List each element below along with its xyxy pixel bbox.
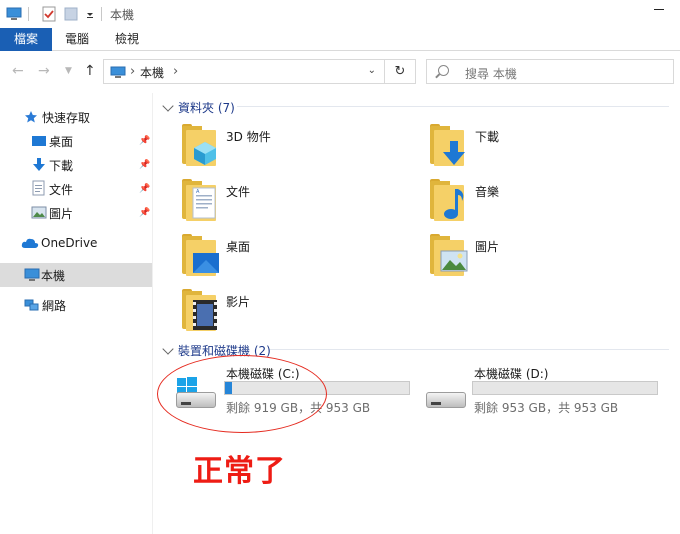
- download-arrow-icon: [32, 157, 48, 173]
- pin-icon[interactable]: 📌: [139, 136, 150, 146]
- folders-group-header[interactable]: 資料夾 (7): [162, 99, 235, 116]
- refresh-icon: ↻: [394, 64, 406, 79]
- back-arrow-icon[interactable]: ←: [12, 63, 24, 79]
- title-bar: 本機: [0, 0, 680, 28]
- tab-file[interactable]: 檔案: [0, 28, 53, 51]
- address-bar[interactable]: › 本機 › ⌄: [103, 59, 385, 84]
- search-icon: [438, 65, 449, 76]
- sidebar-item-network[interactable]: 網路: [0, 293, 152, 317]
- folder-music-icon[interactable]: [430, 179, 474, 223]
- window-title: 本機: [110, 7, 135, 22]
- folder-pictures-icon[interactable]: [430, 234, 474, 278]
- folder-name[interactable]: 3D 物件: [226, 128, 271, 145]
- computer-icon[interactable]: [6, 6, 22, 22]
- title-separator: [101, 7, 102, 21]
- computer-icon: [110, 66, 126, 82]
- pictures-icon: [31, 206, 47, 222]
- folder-videos-icon[interactable]: [182, 289, 226, 333]
- refresh-button[interactable]: ↻: [384, 59, 416, 84]
- network-icon: [23, 297, 39, 313]
- customize-toolbar-icon[interactable]: [85, 6, 95, 22]
- properties-icon[interactable]: [41, 6, 57, 22]
- tab-view[interactable]: 檢視: [102, 28, 152, 51]
- pin-icon[interactable]: 📌: [139, 208, 150, 218]
- desktop-icon: [31, 134, 47, 150]
- folder-name[interactable]: 桌面: [226, 238, 250, 255]
- up-arrow-icon[interactable]: ↑: [84, 63, 96, 79]
- folder-downloads-icon[interactable]: [430, 124, 474, 168]
- annotation-circle: [157, 355, 327, 433]
- sidebar-item-onedrive[interactable]: OneDrive: [0, 231, 152, 255]
- computer-icon: [24, 268, 40, 284]
- group-divider: [237, 106, 669, 107]
- sidebar-item-downloads[interactable]: 下載 📌: [0, 153, 152, 177]
- navigation-bar: ← → ▼ ↑ › 本機 › ⌄ ↻ 搜尋 本機: [0, 51, 680, 93]
- breadcrumb-separator-icon[interactable]: ›: [173, 60, 178, 83]
- group-divider: [270, 349, 669, 350]
- search-box[interactable]: 搜尋 本機: [426, 59, 674, 84]
- document-icon: [32, 180, 48, 196]
- sidebar-item-pictures[interactable]: 圖片 📌: [0, 201, 152, 225]
- search-input[interactable]: 搜尋 本機: [465, 65, 517, 82]
- folder-name[interactable]: 音樂: [475, 183, 499, 200]
- folder-name[interactable]: 文件: [226, 183, 250, 200]
- tab-computer[interactable]: 電腦: [52, 28, 102, 51]
- sidebar-item-quick-access[interactable]: 快速存取: [0, 105, 152, 129]
- folders-group-label: 資料夾 (7): [178, 101, 235, 115]
- sidebar-item-documents[interactable]: 文件 📌: [0, 177, 152, 201]
- forward-arrow-icon[interactable]: →: [38, 63, 50, 79]
- sidebar-item-this-pc[interactable]: 本機: [0, 263, 152, 287]
- folder-name[interactable]: 下載: [475, 128, 499, 145]
- pin-icon[interactable]: 📌: [139, 160, 150, 170]
- annotation-text: 正常了: [192, 453, 286, 489]
- folder-documents-icon[interactable]: A: [182, 179, 226, 223]
- folder-name[interactable]: 影片: [226, 293, 250, 310]
- chevron-down-icon: [162, 342, 174, 355]
- svg-text:A: A: [196, 189, 200, 195]
- folder-3d-objects-icon[interactable]: [182, 124, 226, 168]
- chevron-down-icon[interactable]: ⌄: [368, 65, 376, 76]
- navigation-pane: 快速存取 桌面 📌 下載 📌 文件 📌 圖片 📌 OneDrive 本機 網路: [0, 93, 152, 534]
- title-separator: [28, 7, 29, 21]
- drive-usage-bar: [472, 381, 658, 395]
- drive-free-space: 剩餘 953 GB，共 953 GB: [474, 401, 619, 415]
- chevron-down-icon: [162, 99, 174, 112]
- pin-icon[interactable]: 📌: [139, 184, 150, 194]
- star-icon: [24, 110, 40, 126]
- breadcrumb-this-pc[interactable]: 本機: [140, 64, 164, 81]
- drive-name: 本機磁碟 (D:): [474, 367, 549, 381]
- pane-divider[interactable]: [152, 93, 153, 534]
- breadcrumb-separator-icon[interactable]: ›: [130, 60, 135, 83]
- sidebar-item-desktop[interactable]: 桌面 📌: [0, 129, 152, 153]
- recent-locations-chevron-icon[interactable]: ▼: [65, 66, 72, 76]
- cloud-icon: [21, 237, 39, 253]
- folder-name[interactable]: 圖片: [475, 238, 499, 255]
- new-folder-icon[interactable]: [63, 6, 79, 22]
- hard-drive-icon: [426, 392, 466, 408]
- ribbon-tabs: 檔案 電腦 檢視: [0, 28, 680, 51]
- folder-desktop-icon[interactable]: [182, 234, 226, 278]
- minimize-button[interactable]: [654, 9, 664, 10]
